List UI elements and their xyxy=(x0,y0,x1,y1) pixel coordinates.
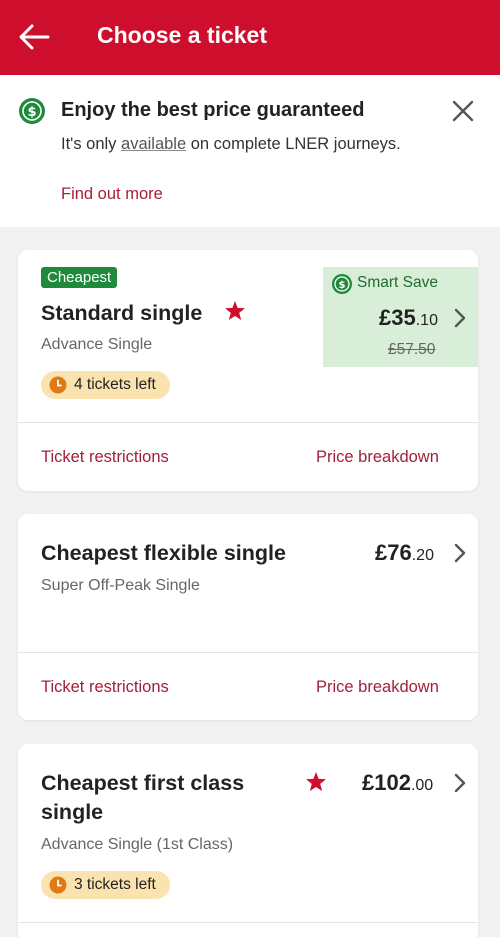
ticket-title: Cheapest flexible single xyxy=(41,541,286,565)
tickets-left-badge: 4 tickets left xyxy=(41,371,170,399)
tickets-left-badge: 3 tickets left xyxy=(41,871,170,899)
available-link[interactable]: available xyxy=(121,135,186,153)
page-title: Choose a ticket xyxy=(97,22,267,48)
svg-text:$: $ xyxy=(27,105,36,120)
ticket-price: £76.20 xyxy=(375,540,434,565)
chevron-right-icon[interactable] xyxy=(452,307,468,329)
star-icon xyxy=(225,301,245,320)
banner-description: It's only available on complete LNER jou… xyxy=(61,135,401,153)
price-breakdown-link[interactable]: Price breakdown xyxy=(316,678,439,697)
close-banner-button[interactable] xyxy=(446,94,480,128)
ticket-card-first-class-single[interactable]: Cheapest first class single £102.00 Adva… xyxy=(18,744,478,937)
ticket-card-standard-single[interactable]: Cheapest Standard single Advance Single … xyxy=(18,250,478,491)
ticket-type: Advance Single (1st Class) xyxy=(41,836,234,853)
smart-save-label: Smart Save xyxy=(357,274,438,291)
cheapest-badge: Cheapest xyxy=(41,267,118,288)
divider xyxy=(18,422,478,423)
ticket-title: Cheapest first class single xyxy=(41,771,245,824)
chevron-right-icon[interactable] xyxy=(452,542,468,564)
find-out-more-link[interactable]: Find out more xyxy=(61,185,163,204)
ticket-restrictions-link[interactable]: Ticket restrictions xyxy=(41,448,169,467)
ticket-price: £35.10 xyxy=(379,305,438,330)
close-icon xyxy=(452,100,474,122)
ticket-title: Standard single xyxy=(41,301,203,325)
chevron-right-icon[interactable] xyxy=(452,772,468,794)
dollar-circle-icon: $ xyxy=(332,274,352,294)
app-header: Choose a ticket xyxy=(0,0,500,75)
ticket-price: £102.00 xyxy=(362,770,434,795)
ticket-restrictions-link[interactable]: Ticket restrictions xyxy=(41,678,169,697)
original-price: £57.50 xyxy=(388,341,436,358)
clock-icon xyxy=(49,376,67,394)
dollar-circle-icon: $ xyxy=(19,98,45,124)
divider xyxy=(18,652,478,653)
star-icon xyxy=(306,772,326,791)
back-button[interactable] xyxy=(14,18,54,56)
price-breakdown-link[interactable]: Price breakdown xyxy=(316,448,439,467)
ticket-type: Advance Single xyxy=(41,336,153,353)
arrow-left-icon xyxy=(19,24,50,50)
svg-text:$: $ xyxy=(339,280,346,291)
banner-title: Enjoy the best price guaranteed xyxy=(61,99,365,121)
ticket-card-flexible-single[interactable]: Cheapest flexible single Super Off-Peak … xyxy=(18,514,478,720)
clock-icon xyxy=(49,876,67,894)
divider xyxy=(18,922,478,923)
ticket-type: Super Off-Peak Single xyxy=(41,577,200,594)
